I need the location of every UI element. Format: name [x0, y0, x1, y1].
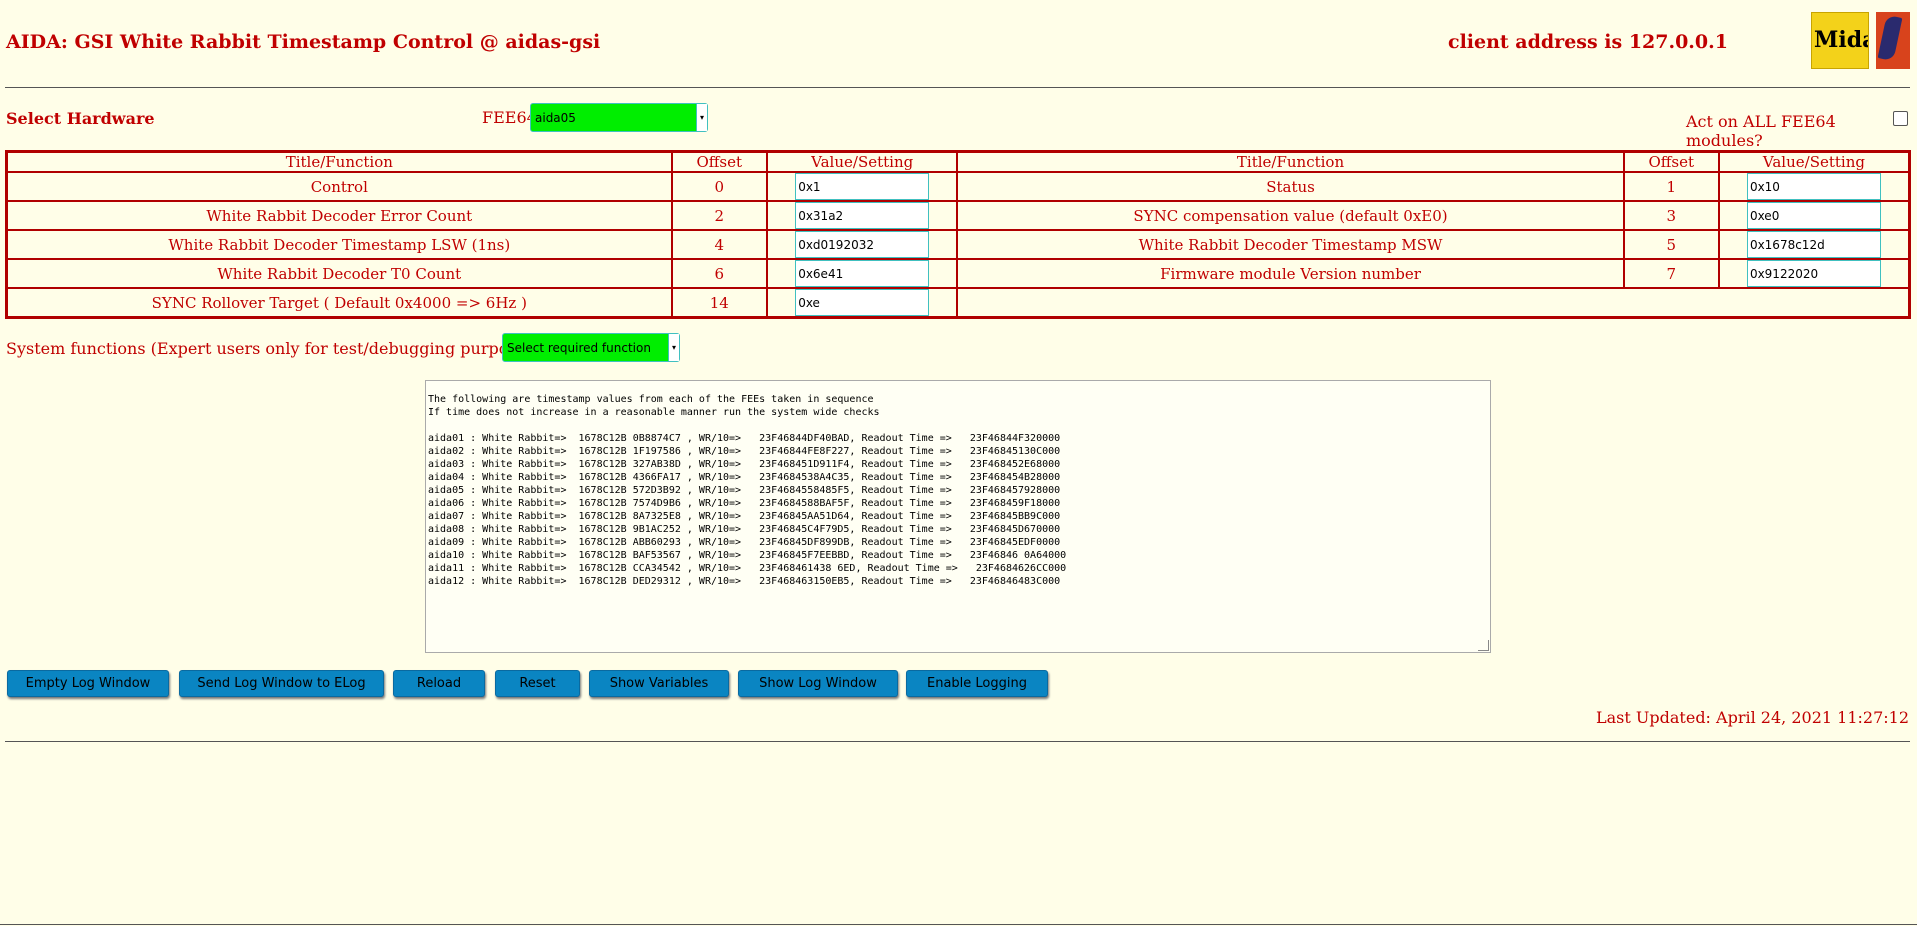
show-log-window-button[interactable]: Show Log Window [738, 670, 898, 697]
midas-logo: Midas [1811, 12, 1869, 69]
column-header: Offset [1622, 150, 1720, 173]
page-title: AIDA: GSI White Rabbit Timestamp Control… [6, 31, 601, 53]
select-hardware-label: Select Hardware [6, 109, 155, 128]
register-value-input[interactable]: 0x1678c12d [1746, 231, 1881, 258]
reset-button[interactable]: Reset [495, 670, 580, 697]
register-title: SYNC compensation value (default 0xE0) [956, 200, 1625, 231]
page-header: AIDA: GSI White Rabbit Timestamp Control… [0, 0, 1917, 86]
register-value-input[interactable]: 0x6e41 [795, 260, 930, 287]
show-variables-button[interactable]: Show Variables [589, 670, 729, 697]
log-text: The following are timestamp values from … [428, 394, 1067, 587]
midas-logo-text: Midas [1814, 27, 1868, 53]
reload-button[interactable]: Reload [393, 670, 485, 697]
register-value-input[interactable]: 0xd0192032 [795, 231, 930, 258]
register-title: White Rabbit Decoder Timestamp MSW [956, 229, 1625, 260]
register-offset: 7 [1622, 258, 1720, 289]
register-value-input[interactable]: 0xe0 [1746, 202, 1881, 229]
system-functions-label: System functions (Expert users only for … [6, 339, 560, 358]
register-value-input[interactable]: 0x10 [1746, 173, 1881, 200]
chevron-down-icon: ▾ [696, 104, 707, 131]
table-row: Control 0 0x1 Status 1 0x10 [5, 171, 1911, 202]
register-title: White Rabbit Decoder T0 Count [5, 258, 673, 289]
table-header-row: Title/Function Offset Value/Setting Titl… [5, 150, 1911, 173]
table-row: White Rabbit Decoder Timestamp LSW (1ns)… [5, 229, 1911, 260]
send-log-elog-button[interactable]: Send Log Window to ELog [179, 670, 384, 697]
divider [5, 741, 1910, 742]
system-function-select-value: Select required function [507, 341, 651, 355]
feather-icon [1877, 14, 1903, 62]
last-updated: Last Updated: April 24, 2021 11:27:12 [1596, 708, 1909, 727]
column-header: Offset [670, 150, 768, 173]
resize-handle-icon[interactable] [1478, 640, 1489, 651]
column-header: Title/Function [5, 150, 673, 173]
register-title: SYNC Rollover Target ( Default 0x4000 =>… [5, 287, 673, 319]
register-offset: 6 [670, 258, 768, 289]
register-value-input[interactable]: 0x1 [795, 173, 930, 200]
fee64-label: FEE64 [482, 108, 537, 127]
register-title: Status [956, 171, 1625, 202]
register-title: Firmware module Version number [956, 258, 1625, 289]
client-address: client address is 127.0.0.1 [1448, 31, 1728, 53]
column-header: Value/Setting [1717, 150, 1911, 173]
register-offset: 14 [670, 287, 768, 319]
divider [5, 87, 1910, 88]
table-row: White Rabbit Decoder Error Count 2 0x31a… [5, 200, 1911, 231]
table-row: White Rabbit Decoder T0 Count 6 0x6e41 F… [5, 258, 1911, 289]
enable-logging-button[interactable]: Enable Logging [906, 670, 1048, 697]
register-table: Title/Function Offset Value/Setting Titl… [5, 150, 1911, 319]
column-header: Value/Setting [765, 150, 959, 173]
tcl-logo [1876, 12, 1910, 69]
register-value-input[interactable]: 0xe [795, 289, 930, 316]
empty-cell [956, 287, 1911, 319]
register-value-input[interactable]: 0x31a2 [795, 202, 930, 229]
log-window[interactable]: The following are timestamp values from … [425, 380, 1491, 653]
column-header: Title/Function [956, 150, 1625, 173]
register-offset: 0 [670, 171, 768, 202]
register-value-input[interactable]: 0x9122020 [1746, 260, 1881, 287]
table-row: SYNC Rollover Target ( Default 0x4000 =>… [5, 287, 1911, 319]
act-all-checkbox[interactable] [1893, 111, 1908, 126]
register-offset: 1 [1622, 171, 1720, 202]
register-title: White Rabbit Decoder Error Count [5, 200, 673, 231]
register-offset: 4 [670, 229, 768, 260]
divider [0, 924, 1917, 925]
register-title: Control [5, 171, 673, 202]
system-function-select[interactable]: Select required function ▾ [502, 333, 680, 362]
register-offset: 2 [670, 200, 768, 231]
chevron-down-icon: ▾ [668, 334, 679, 361]
act-all-label: Act on ALL FEE64 modules? [1686, 112, 1836, 150]
register-offset: 5 [1622, 229, 1720, 260]
fee64-select-value: aida05 [535, 111, 576, 125]
fee64-select[interactable]: aida05 ▾ [530, 103, 708, 132]
register-offset: 3 [1622, 200, 1720, 231]
empty-log-button[interactable]: Empty Log Window [7, 670, 169, 697]
register-title: White Rabbit Decoder Timestamp LSW (1ns) [5, 229, 673, 260]
